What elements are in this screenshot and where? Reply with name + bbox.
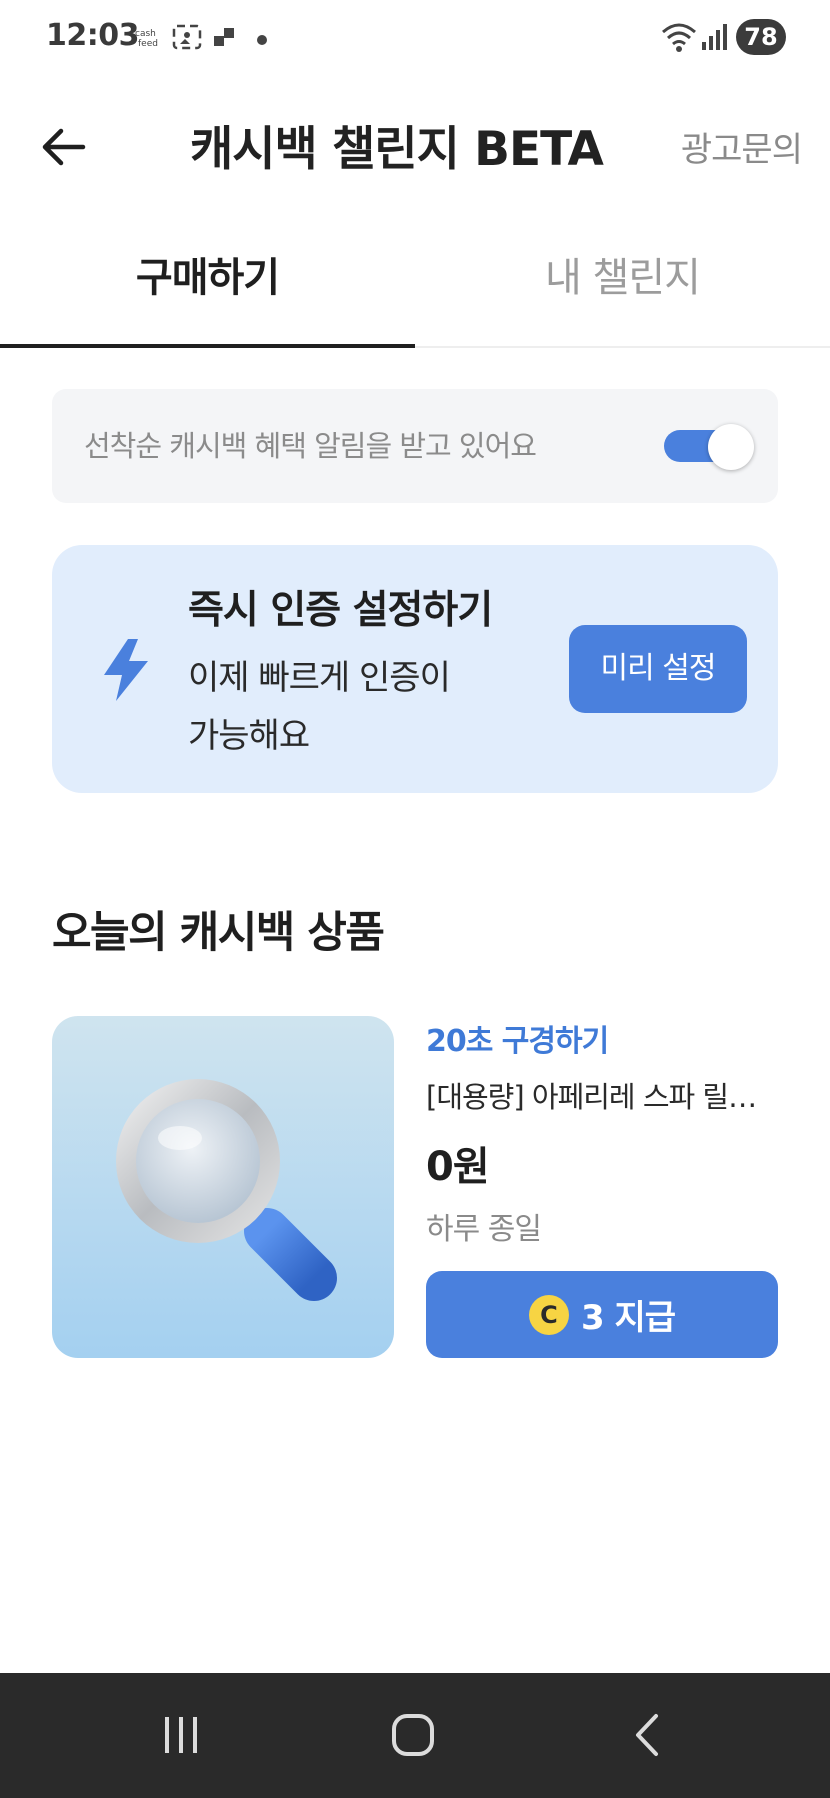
- cashfeed-icon: cash feed: [134, 27, 166, 53]
- tab-bar: 구매하기 내 챌린지: [0, 230, 830, 348]
- tab-my-challenge[interactable]: 내 챌린지: [415, 230, 830, 344]
- app-header: 캐시백 챌린지 BETA 광고문의: [0, 90, 830, 200]
- toggle-knob: [708, 424, 754, 470]
- home-button[interactable]: [378, 1705, 448, 1765]
- wifi-icon: [660, 20, 698, 58]
- back-arrow-icon: [42, 128, 86, 166]
- svg-text:cash: cash: [135, 29, 156, 39]
- product-name[interactable]: [대용량] 아페리레 스파 릴…: [426, 1074, 771, 1116]
- instant-auth-desc-line2: 가능해요: [188, 716, 310, 756]
- tab-indicator: [0, 344, 415, 348]
- magnifying-glass-icon: [116, 1079, 337, 1301]
- instant-auth-desc: 이제 빠르게 인증이 가능해요: [188, 649, 488, 765]
- recent-apps-button[interactable]: [146, 1705, 216, 1765]
- app-icon: [210, 22, 238, 54]
- product-price: 0원: [426, 1144, 490, 1190]
- status-bar: 12:03 cash feed 78: [0, 0, 830, 76]
- battery-icon: 78: [736, 19, 786, 55]
- notification-toggle[interactable]: [664, 424, 754, 470]
- coin-icon: C: [528, 1294, 569, 1335]
- lightning-icon: [104, 639, 148, 701]
- reward-button[interactable]: C 3 지급: [426, 1271, 778, 1358]
- page-title: 캐시백 챌린지 BETA: [190, 122, 604, 177]
- dot-icon: [256, 31, 268, 50]
- nav-back-button[interactable]: [612, 1705, 682, 1765]
- recent-apps-icon: [165, 1717, 197, 1753]
- product-thumbnail[interactable]: [52, 1016, 394, 1358]
- svg-text:feed: feed: [138, 39, 158, 49]
- signal-icon: [700, 22, 728, 56]
- notification-text: 선착순 캐시백 혜택 알림을 받고 있어요: [84, 429, 537, 463]
- section-title: 오늘의 캐시백 상품: [52, 908, 385, 958]
- instant-auth-desc-line1: 이제 빠르게 인증이: [188, 658, 451, 698]
- product-period: 하루 종일: [426, 1212, 542, 1247]
- browse-label: 20초 구경하기: [426, 1024, 609, 1059]
- instant-auth-title: 즉시 인증 설정하기: [188, 588, 493, 633]
- back-button[interactable]: [30, 114, 96, 180]
- reward-label: 3 지급: [580, 1298, 676, 1338]
- preset-button[interactable]: 미리 설정: [569, 625, 747, 713]
- home-icon: [392, 1714, 434, 1756]
- status-time: 12:03: [46, 18, 140, 53]
- screenshot-icon: [172, 22, 202, 56]
- back-icon: [636, 1714, 658, 1756]
- notification-setting: 선착순 캐시백 혜택 알림을 받고 있어요: [52, 389, 778, 503]
- ad-inquiry-link[interactable]: 광고문의: [681, 122, 803, 171]
- instant-auth-card: 즉시 인증 설정하기 이제 빠르게 인증이 가능해요 미리 설정: [52, 545, 778, 793]
- product-info: 20초 구경하기 [대용량] 아페리레 스파 릴… 0원 하루 종일 C 3 지…: [426, 1016, 778, 1358]
- system-nav-bar: [0, 1673, 830, 1798]
- tab-purchase[interactable]: 구매하기: [0, 230, 415, 344]
